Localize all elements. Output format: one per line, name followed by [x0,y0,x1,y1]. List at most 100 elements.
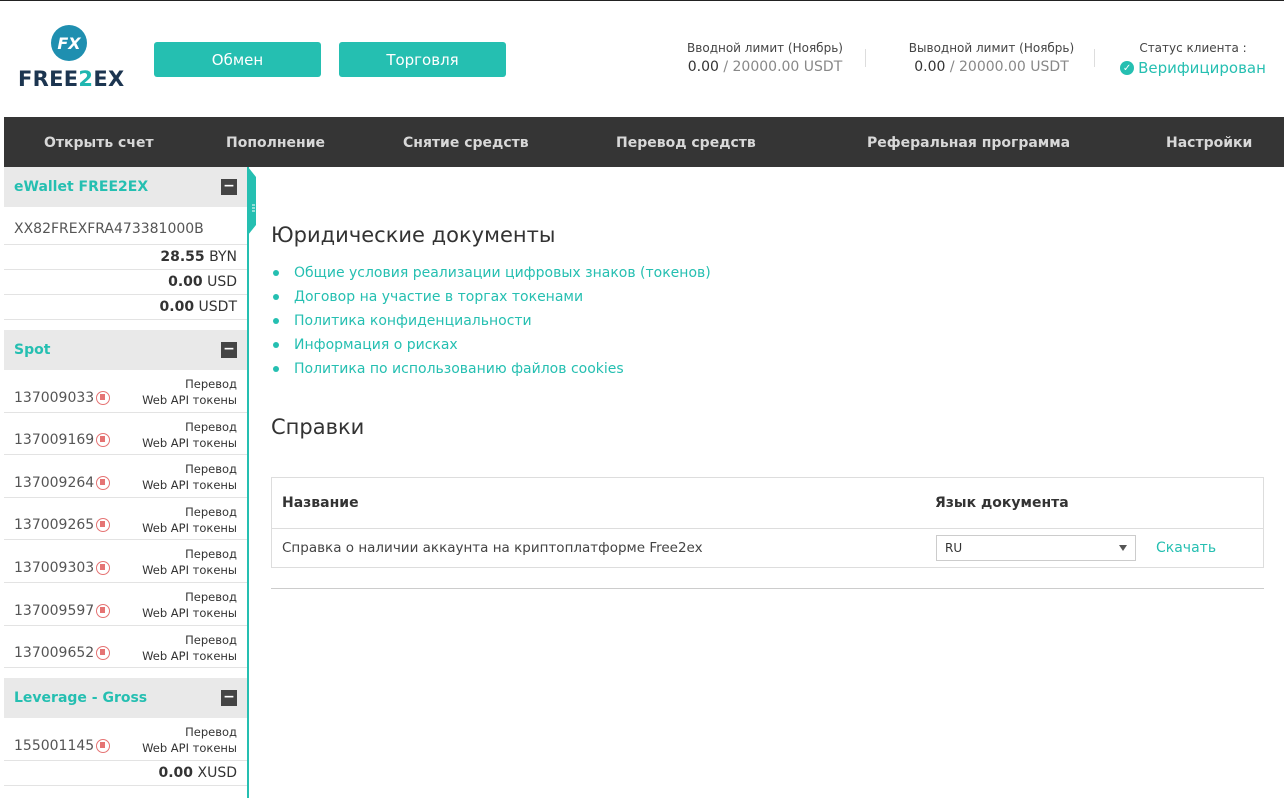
account-row[interactable]: Перевод Web API токены 137009303 [4,540,247,583]
verified-check-icon: ✓ [1120,61,1135,75]
nav-transfer[interactable]: Перевод средств [616,117,756,167]
divider [865,49,866,67]
client-status-value: Верифицирован [1138,59,1266,77]
account-number: 137009652 [14,645,95,662]
account-flag-icon[interactable] [96,738,111,753]
web-api-tokens-link[interactable]: Web API токены [142,477,237,493]
balance-row: 0.00 XUSD [4,761,247,786]
account-row[interactable]: Перевод Web API токены 137009033 [4,370,247,413]
collapse-icon[interactable]: − [221,690,237,707]
doc-link-privacy[interactable]: Политика конфиденциальности [271,309,711,333]
divider [1094,49,1095,67]
account-flag-icon[interactable] [96,646,111,661]
table-row: Справка о наличии аккаунта на криптоплат… [272,529,1263,567]
reference-name: Справка о наличии аккаунта на криптоплат… [282,540,703,556]
client-status-label: Статус клиента : [1139,41,1247,55]
account-row[interactable]: Перевод Web API токены 137009265 [4,498,247,541]
account-number: 155001145 [14,737,95,754]
ewallet-title: eWallet FREE2EX [14,179,149,195]
language-select[interactable]: RU [936,535,1136,561]
account-flag-icon[interactable] [96,433,111,448]
account-number: 137009303 [14,559,95,576]
account-flag-icon[interactable] [96,560,111,575]
web-api-tokens-link[interactable]: Web API токены [142,520,237,536]
account-row[interactable]: Перевод Web API токены 137009652 [4,626,247,669]
trade-button[interactable]: Торговля [339,42,506,77]
web-api-tokens-link[interactable]: Web API токены [142,740,237,756]
balance-row: 28.55 BYN [4,245,247,270]
ewallet-section-header: eWallet FREE2EX − [4,167,247,207]
transfer-link[interactable]: Перевод [142,546,237,562]
main-content: Юридические документы Общие условия реал… [271,167,1264,798]
account-row[interactable]: Перевод Web API токены 137009264 [4,455,247,498]
account-number: 137009597 [14,602,95,619]
references-title: Справки [271,415,365,439]
logo[interactable]: FX FREE2EX [18,25,128,91]
web-api-tokens-link[interactable]: Web API токены [142,648,237,664]
transfer-link[interactable]: Перевод [142,632,237,648]
exchange-button[interactable]: Обмен [154,42,321,77]
balance-row: 0.00 USD [4,270,247,295]
transfer-link[interactable]: Перевод [142,461,237,477]
header: FX FREE2EX Обмен Торговля Вводной лимит … [0,0,1284,117]
balance-row: 0.00 USDT [4,295,247,320]
account-number: 137009265 [14,517,95,534]
withdraw-limit: Выводной лимит (Ноябрь) 0.00 / 20000.00 … [904,41,1079,75]
divider [271,588,1264,589]
account-row[interactable]: Перевод Web API токены 155001145 [4,718,247,761]
leverage-title: Leverage - Gross [14,690,148,707]
web-api-tokens-link[interactable]: Web API токены [142,435,237,451]
transfer-link[interactable]: Перевод [142,589,237,605]
nav-open-account[interactable]: Открыть счет [44,117,154,167]
column-header-language: Язык документа [935,495,1069,511]
doc-link-trading-agreement[interactable]: Договор на участие в торгах токенами [271,285,711,309]
deposit-limit: Вводной лимит (Ноябрь) 0.00 / 20000.00 U… [680,41,850,75]
leverage-section-header: Leverage - Gross − [4,678,247,719]
sidebar-toggle-handle[interactable] [248,167,260,235]
table-header: Название Язык документа [272,478,1263,529]
accounts-sidebar: eWallet FREE2EX − XX82FREXFRA473381000B … [4,167,249,798]
legal-docs-list: Общие условия реализации цифровых знаков… [271,261,711,381]
account-flag-icon[interactable] [96,603,111,618]
spot-title: Spot [14,342,51,358]
column-header-name: Название [282,495,359,511]
account-flag-icon[interactable] [96,390,111,405]
ewallet-id: XX82FREXFRA473381000B [4,207,247,245]
logo-text: FREE2EX [18,67,125,91]
transfer-link[interactable]: Перевод [142,376,237,392]
account-row[interactable]: Перевод Web API токены 137009597 [4,583,247,626]
deposit-limit-value: 0.00 / 20000.00 USDT [687,59,843,75]
web-api-tokens-link[interactable]: Web API токены [142,392,237,408]
transfer-link[interactable]: Перевод [142,419,237,435]
collapse-icon[interactable]: − [221,179,237,195]
main-nav: Открыть счет Пополнение Снятие средств П… [4,117,1284,167]
doc-link-cookies[interactable]: Политика по использованию файлов cookies [271,357,711,381]
account-flag-icon[interactable] [96,475,111,490]
dropdown-arrow-icon [1119,545,1127,551]
download-link[interactable]: Скачать [1156,540,1216,556]
account-row[interactable]: Перевод Web API токены 137009169 [4,413,247,456]
nav-withdrawal[interactable]: Снятие средств [403,117,529,167]
legal-docs-title: Юридические документы [271,223,556,247]
references-table: Название Язык документа Справка о наличи… [271,477,1264,568]
web-api-tokens-link[interactable]: Web API токены [142,605,237,621]
nav-referral[interactable]: Реферальная программа [867,117,1070,167]
account-number: 137009264 [14,474,95,491]
withdraw-limit-label: Выводной лимит (Ноябрь) [908,41,1075,55]
account-flag-icon[interactable] [96,518,111,533]
spot-section-header: Spot − [4,330,247,370]
logo-mark-icon: FX [51,25,87,61]
transfer-link[interactable]: Перевод [142,724,237,740]
withdraw-limit-value: 0.00 / 20000.00 USDT [914,59,1069,75]
deposit-limit-label: Вводной лимит (Ноябрь) [687,41,843,55]
account-number: 137009033 [14,389,95,406]
transfer-link[interactable]: Перевод [142,504,237,520]
web-api-tokens-link[interactable]: Web API токены [142,562,237,578]
nav-settings[interactable]: Настройки [1166,117,1252,167]
doc-link-risks[interactable]: Информация о рисках [271,333,711,357]
doc-link-terms[interactable]: Общие условия реализации цифровых знаков… [271,261,711,285]
client-status: Статус клиента : ✓ Верифицирован [1118,41,1268,77]
account-number: 137009169 [14,432,95,449]
collapse-icon[interactable]: − [221,342,237,358]
nav-deposit[interactable]: Пополнение [226,117,325,167]
